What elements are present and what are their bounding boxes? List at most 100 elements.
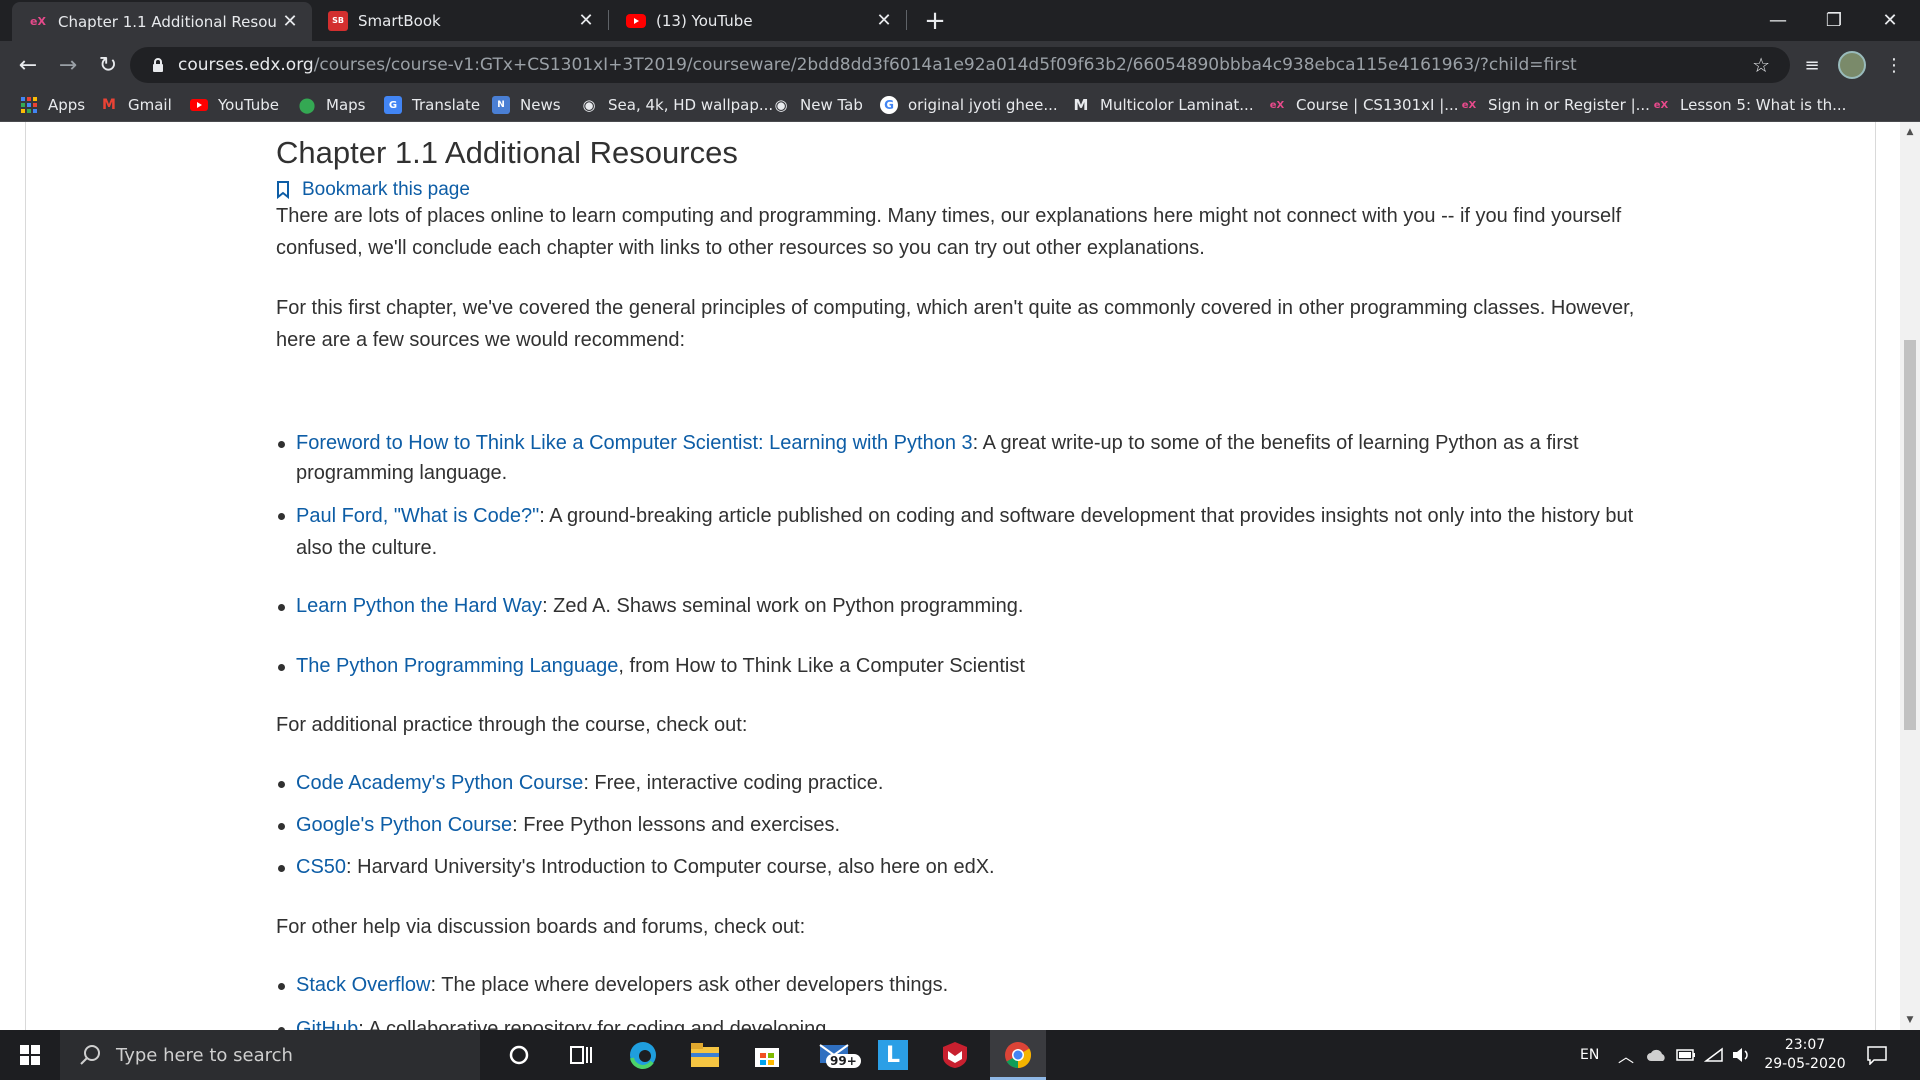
bullet (278, 441, 285, 448)
mcafee-icon[interactable] (930, 1030, 980, 1080)
edge-icon[interactable] (618, 1030, 668, 1080)
tab-title: Chapter 1.1 Additional Resources (58, 12, 278, 31)
scrollbar-thumb[interactable] (1904, 340, 1916, 730)
resource-link[interactable]: Foreword to How to Think Like a Computer… (296, 432, 973, 454)
onedrive-icon[interactable] (1646, 1030, 1668, 1080)
resource-link[interactable]: Learn Python the Hard Way (296, 595, 542, 617)
list-item: Learn Python the Hard Way: Zed A. Shaws … (276, 591, 1636, 621)
smartbook-icon: SB (328, 10, 348, 31)
content-border (1875, 122, 1876, 1030)
search-icon (80, 1045, 100, 1065)
google-icon: G (880, 96, 898, 114)
bookmark-translate[interactable]: G Translate (384, 95, 480, 115)
bookmark-maps[interactable]: ⬤ Maps (298, 95, 366, 115)
taskbar-clock[interactable]: 23:07 29-05-2020 (1762, 1036, 1848, 1074)
resource-link[interactable]: The Python Programming Language (296, 655, 618, 677)
bookmark-label: New Tab (800, 96, 863, 114)
scroll-down-icon[interactable]: ▼ (1904, 1014, 1916, 1026)
task-view-icon[interactable] (556, 1030, 606, 1080)
tab-smartbook[interactable]: SB SmartBook ✕ (312, 0, 608, 41)
list-item: GitHub: A collaborative repository for c… (276, 1014, 1636, 1030)
minimize-icon[interactable]: — (1750, 0, 1806, 41)
bookmark-jyoti-ghee[interactable]: G original jyoti ghee... (880, 95, 1058, 115)
tab-youtube[interactable]: (13) YouTube ✕ (610, 0, 906, 41)
url-path: /courses/course-v1:GTx+CS1301xI+3T2019/c… (313, 55, 1577, 75)
close-tab-icon[interactable]: ✕ (278, 10, 302, 34)
help-link[interactable]: GitHub (296, 1018, 358, 1030)
chrome-taskbar-icon[interactable] (990, 1030, 1046, 1080)
bookmark-news[interactable]: N News (492, 95, 561, 115)
forward-icon[interactable]: → (52, 49, 84, 81)
list-item: CS50: Harvard University's Introduction … (276, 852, 1636, 882)
menu-dots-icon[interactable]: ⋮ (1880, 51, 1908, 79)
bookmark-youtube[interactable]: YouTube (190, 95, 279, 115)
bookmark-multicolor[interactable]: M Multicolor Laminat... (1072, 95, 1254, 115)
lock-icon (150, 56, 166, 74)
windows-taskbar: Type here to search 99+ L EN ︿ 23:07 29-… (0, 1030, 1920, 1080)
file-explorer-icon[interactable] (680, 1030, 730, 1080)
bookmark-sign-in[interactable]: eX Sign in or Register |... (1460, 95, 1650, 115)
maps-icon: ⬤ (298, 96, 316, 114)
new-tab-button[interactable]: + (920, 6, 950, 36)
bookmark-gmail[interactable]: M Gmail (100, 95, 172, 115)
url-host: courses.edx.org (178, 55, 314, 75)
practice-description: : Free, interactive coding practice. (583, 772, 884, 794)
address-bar[interactable]: courses.edx.org/courses/course-v1:GTx+CS… (130, 47, 1790, 83)
practice-link[interactable]: Code Academy's Python Course (296, 772, 583, 794)
media-control-icon[interactable]: ≡ (1798, 51, 1826, 79)
bullet (278, 781, 285, 788)
mail-icon[interactable]: 99+ (804, 1030, 864, 1080)
battery-icon[interactable] (1676, 1030, 1696, 1080)
bookmark-label: original jyoti ghee... (908, 96, 1058, 114)
practice-intro: For additional practice through the cour… (276, 714, 748, 736)
wifi-icon[interactable] (1704, 1030, 1724, 1080)
clock-time: 23:07 (1784, 1037, 1826, 1053)
page-title: Chapter 1.1 Additional Resources (276, 135, 738, 170)
bookmark-page-link[interactable]: Bookmark this page (276, 179, 470, 201)
bookmark-star-icon[interactable]: ☆ (1752, 53, 1770, 77)
bookmark-new-tab[interactable]: ◉ New Tab (772, 95, 863, 115)
page-scrollbar[interactable]: ▲ ▼ (1900, 122, 1920, 1030)
back-icon[interactable]: ← (12, 49, 44, 81)
taskbar-search[interactable]: Type here to search (60, 1030, 480, 1080)
content-border (25, 122, 26, 1030)
close-tab-icon[interactable]: ✕ (574, 9, 598, 33)
close-tab-icon[interactable]: ✕ (872, 9, 896, 33)
tab-chapter-resources[interactable]: eX Chapter 1.1 Additional Resources ✕ (12, 2, 312, 41)
volume-icon[interactable] (1732, 1030, 1752, 1080)
search-placeholder: Type here to search (116, 1044, 293, 1066)
windows-start-icon[interactable] (0, 1030, 60, 1080)
bookmark-lesson-5[interactable]: eX Lesson 5: What is th... (1652, 95, 1847, 115)
bookmark-apps[interactable]: Apps (20, 95, 85, 115)
bookmark-icon (277, 181, 289, 199)
bookmark-label: Multicolor Laminat... (1100, 96, 1254, 114)
l-app-icon[interactable]: L (868, 1030, 918, 1080)
edx-icon: eX (1269, 99, 1285, 111)
list-item: Paul Ford, "What is Code?": A ground-bre… (276, 500, 1636, 564)
bookmark-label: Translate (412, 96, 481, 114)
restore-icon[interactable]: ❐ (1806, 0, 1862, 41)
tray-chevron-icon[interactable]: ︿ (1618, 1030, 1634, 1080)
youtube-icon (190, 96, 208, 114)
bookmark-course-cs1301[interactable]: eX Course | CS1301xI |... (1268, 95, 1459, 115)
reload-icon[interactable]: ↻ (92, 49, 124, 81)
tab-title: SmartBook (358, 11, 441, 30)
bookmark-sea-wallpaper[interactable]: ◉ Sea, 4k, HD wallpap... (580, 95, 773, 115)
close-window-icon[interactable]: ✕ (1862, 0, 1918, 41)
help-link[interactable]: Stack Overflow (296, 974, 430, 996)
apps-grid-icon (20, 96, 38, 114)
language-indicator[interactable]: EN (1580, 1030, 1599, 1080)
bookmark-label: Sign in or Register |... (1488, 96, 1650, 114)
practice-link[interactable]: CS50 (296, 856, 346, 878)
resource-link[interactable]: Paul Ford, "What is Code?" (296, 505, 539, 527)
list-item: Google's Python Course: Free Python less… (276, 810, 1636, 840)
practice-link[interactable]: Google's Python Course (296, 814, 512, 836)
list-item: Stack Overflow: The place where develope… (276, 970, 1636, 1000)
notifications-icon[interactable] (1866, 1030, 1888, 1080)
scroll-up-icon[interactable]: ▲ (1904, 126, 1916, 138)
practice-description: : Free Python lessons and exercises. (512, 814, 841, 836)
profile-avatar[interactable] (1838, 51, 1866, 79)
bullet (278, 983, 285, 990)
store-icon[interactable] (742, 1030, 792, 1080)
cortana-icon[interactable] (494, 1030, 544, 1080)
